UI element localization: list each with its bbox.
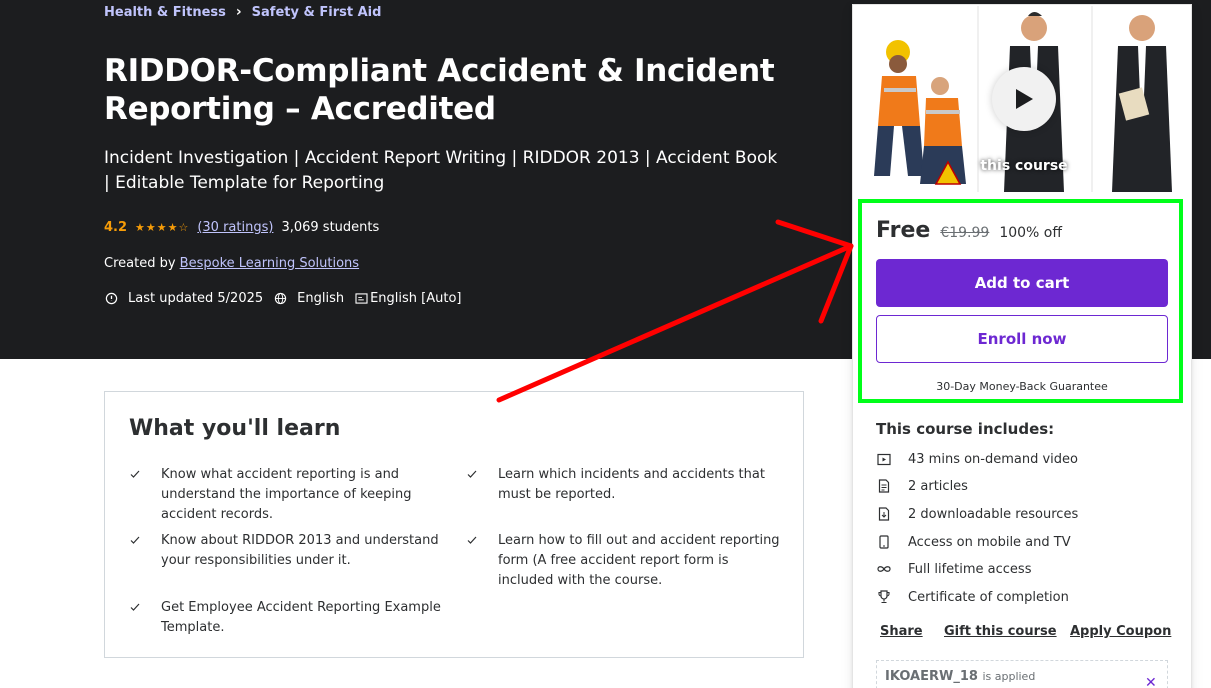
created-by: Created by Bespoke Learning Solutions bbox=[104, 256, 359, 271]
check-icon bbox=[129, 467, 141, 479]
includes-item: Certificate of completion bbox=[876, 589, 1069, 605]
what-youll-learn: What you'll learn Know what accident rep… bbox=[104, 391, 804, 658]
captions-icon bbox=[354, 292, 368, 306]
download-icon bbox=[876, 506, 892, 522]
rating-value: 4.2 bbox=[104, 220, 128, 235]
highlight-box bbox=[858, 199, 1183, 403]
gift-course-link[interactable]: Gift this course bbox=[944, 624, 1057, 639]
learn-item: Learn which incidents and accidents that… bbox=[467, 465, 788, 505]
language: English bbox=[273, 291, 344, 306]
check-icon bbox=[466, 467, 478, 479]
check-icon bbox=[129, 600, 141, 612]
includes-title: This course includes: bbox=[876, 420, 1055, 438]
infinity-icon bbox=[876, 561, 892, 577]
apply-coupon-link[interactable]: Apply Coupon bbox=[1070, 624, 1171, 639]
author-link[interactable]: Bespoke Learning Solutions bbox=[180, 256, 359, 271]
learn-item: Get Employee Accident Reporting Example … bbox=[130, 598, 451, 638]
includes-item: 2 downloadable resources bbox=[876, 506, 1078, 522]
created-by-label: Created by bbox=[104, 256, 176, 271]
learn-item-text: Know about RIDDOR 2013 and understand yo… bbox=[161, 533, 439, 568]
applied-coupon: IKOAERW_18 is applied ✕ bbox=[876, 660, 1168, 688]
ratings-count-link[interactable]: (30 ratings) bbox=[197, 220, 273, 235]
learn-title: What you'll learn bbox=[129, 416, 341, 441]
students-count: 3,069 students bbox=[281, 220, 380, 235]
learn-item-text: Learn which incidents and accidents that… bbox=[498, 467, 765, 502]
last-updated-text: Last updated 5/2025 bbox=[128, 291, 264, 306]
course-meta: Last updated 5/2025 English English [Aut… bbox=[104, 291, 472, 306]
globe-icon bbox=[273, 292, 287, 306]
alert-badge-icon bbox=[104, 292, 118, 306]
video-icon bbox=[876, 451, 892, 467]
includes-item-text: 2 articles bbox=[908, 478, 968, 494]
check-icon bbox=[129, 533, 141, 545]
captions: English [Auto] bbox=[354, 291, 462, 306]
share-link[interactable]: Share bbox=[880, 624, 923, 639]
course-title: RIDDOR-Compliant Accident & Incident Rep… bbox=[104, 53, 775, 127]
breadcrumb: Health & Fitness › Safety & First Aid bbox=[104, 4, 381, 20]
includes-item-text: 2 downloadable resources bbox=[908, 506, 1079, 522]
star-rating-icon: ★★★★☆ bbox=[135, 221, 190, 234]
chevron-right-icon: › bbox=[235, 4, 242, 20]
coupon-code: IKOAERW_18 is applied bbox=[885, 669, 1035, 684]
includes-item: 43 mins on-demand video bbox=[876, 451, 1078, 467]
course-subtitle: Incident Investigation | Accident Report… bbox=[104, 148, 778, 193]
includes-item-text: Access on mobile and TV bbox=[908, 534, 1071, 550]
includes-item-text: Full lifetime access bbox=[908, 561, 1032, 577]
captions-text: English [Auto] bbox=[370, 291, 462, 306]
learn-item-text: Learn how to fill out and accident repor… bbox=[498, 533, 780, 588]
rating-row: 4.2 ★★★★☆ (30 ratings) 3,069 students bbox=[104, 220, 379, 235]
breadcrumb-safety-first-aid[interactable]: Safety & First Aid bbox=[252, 5, 382, 20]
language-text: English bbox=[297, 291, 345, 306]
remove-coupon-close-icon[interactable]: ✕ bbox=[1145, 675, 1157, 688]
includes-item-text: Certificate of completion bbox=[908, 589, 1069, 605]
check-icon bbox=[466, 533, 478, 545]
learn-item-text: Know what accident reporting is and unde… bbox=[161, 467, 412, 522]
course-preview[interactable]: this course bbox=[854, 6, 1190, 192]
coupon-applied-text: is applied bbox=[982, 670, 1036, 683]
article-icon bbox=[876, 478, 892, 494]
play-button[interactable] bbox=[992, 67, 1056, 131]
includes-item: Full lifetime access bbox=[876, 561, 1031, 577]
learn-item-text: Get Employee Accident Reporting Example … bbox=[161, 600, 441, 635]
learn-item: Learn how to fill out and accident repor… bbox=[467, 531, 788, 591]
coupon-code-text: IKOAERW_18 bbox=[885, 669, 978, 684]
learn-item: Know what accident reporting is and unde… bbox=[130, 465, 451, 525]
preview-label: this course bbox=[980, 158, 1068, 174]
trophy-icon bbox=[876, 589, 892, 605]
last-updated: Last updated 5/2025 bbox=[104, 291, 263, 306]
breadcrumb-health-fitness[interactable]: Health & Fitness bbox=[104, 5, 226, 20]
includes-item: Access on mobile and TV bbox=[876, 534, 1071, 550]
play-icon bbox=[1016, 89, 1033, 109]
mobile-icon bbox=[876, 534, 892, 550]
includes-item: 2 articles bbox=[876, 478, 968, 494]
learn-item: Know about RIDDOR 2013 and understand yo… bbox=[130, 531, 451, 571]
includes-item-text: 43 mins on-demand video bbox=[908, 451, 1078, 467]
